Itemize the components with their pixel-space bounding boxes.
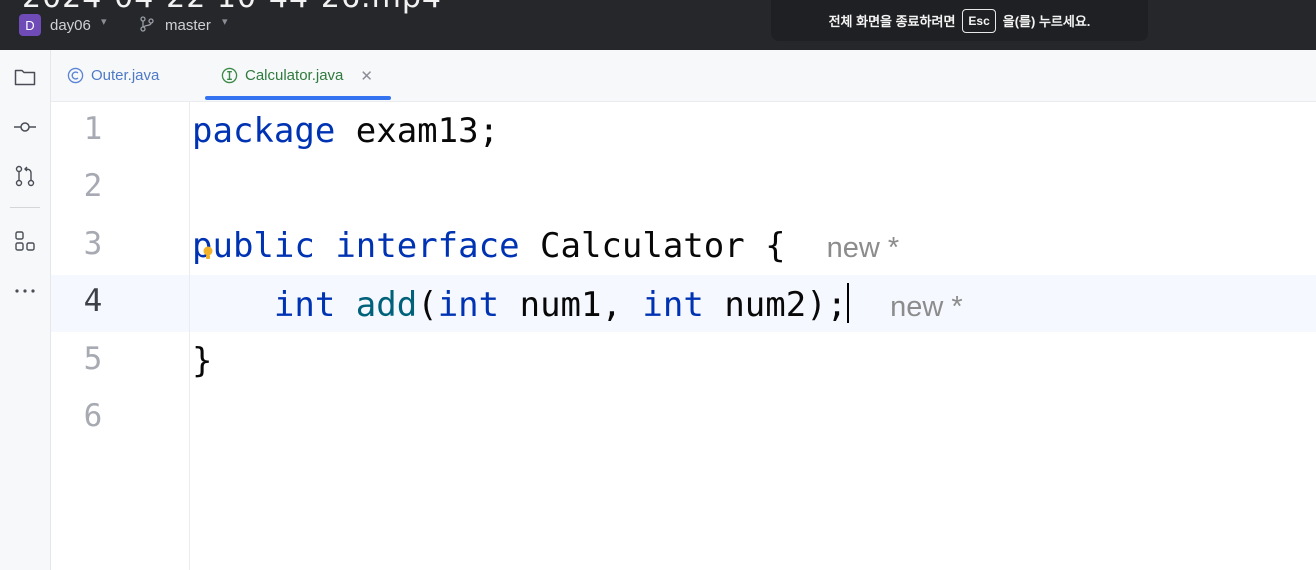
code-text: }	[192, 341, 213, 381]
chevron-down-icon[interactable]: ▾	[101, 15, 107, 28]
code-line-5[interactable]: }	[192, 341, 212, 381]
branch-name[interactable]: master	[165, 17, 211, 34]
interface-icon	[221, 67, 238, 84]
more-icon[interactable]	[13, 279, 37, 303]
code-editor[interactable]: 1 2 3 4 5 6 package exam13; public inter…	[51, 102, 1316, 570]
branch-icon	[140, 16, 154, 32]
folder-icon[interactable]	[13, 65, 37, 89]
code-text: exam13;	[335, 111, 500, 151]
line-number: 2	[83, 168, 103, 204]
toolstrip-divider	[10, 207, 40, 208]
structure-icon[interactable]	[13, 229, 37, 253]
keyword: package	[192, 111, 336, 151]
line-number: 6	[83, 398, 103, 434]
class-icon	[67, 67, 84, 84]
tab-label: Outer.java	[91, 67, 160, 84]
tab-outer-java[interactable]: Outer.java	[67, 50, 159, 101]
chevron-down-icon[interactable]: ▾	[222, 15, 228, 28]
method-name: add	[355, 285, 418, 325]
line-number: 3	[83, 226, 103, 262]
code-text: num1,	[499, 285, 643, 325]
keyword: int	[273, 285, 336, 325]
commit-icon[interactable]	[13, 115, 37, 139]
tab-calculator-java[interactable]: Calculator.java ✕	[221, 50, 373, 101]
video-title: 2024-04-22 10-44-26.mp4	[22, 0, 442, 15]
editor-tab-bar: Outer.java Calculator.java ✕	[51, 50, 1316, 102]
code-text: (	[417, 285, 438, 325]
line-number: 1	[83, 111, 103, 147]
code-line-1[interactable]: package exam13;	[192, 111, 499, 151]
lightbulb-icon[interactable]	[203, 246, 213, 260]
notice-text-before: 전체 화면을 종료하려면	[828, 14, 956, 29]
tab-label: Calculator.java	[245, 67, 344, 84]
pull-request-icon[interactable]	[13, 164, 37, 188]
line-number: 4	[83, 283, 103, 319]
keyword: int	[437, 285, 500, 325]
close-icon[interactable]: ✕	[360, 67, 373, 85]
title-bar: 2024-04-22 10-44-26.mp4 D day06 ▾ master…	[0, 0, 1316, 50]
code-text: num2);	[703, 285, 848, 325]
gutter-divider	[189, 102, 190, 570]
code-line-3[interactable]: public interface Calculator { new *	[192, 226, 899, 266]
keyword: int	[642, 285, 704, 325]
keyword: interface	[335, 226, 520, 266]
code-line-4[interactable]: int add(int num1, int num2); new *	[192, 283, 963, 325]
project-name[interactable]: day06	[50, 17, 91, 34]
fullscreen-exit-notice: 전체 화면을 종료하려면 Esc 을(를) 누르세요.	[771, 0, 1148, 41]
notice-text-after: 을(를) 누르세요.	[1002, 14, 1091, 29]
inlay-hint-author[interactable]: new *	[827, 232, 900, 264]
active-tab-indicator	[205, 96, 391, 100]
esc-key-badge: Esc	[962, 8, 996, 33]
text-caret	[847, 283, 850, 323]
tool-window-strip	[0, 50, 51, 570]
project-badge[interactable]: D	[19, 14, 41, 36]
inlay-hint-author[interactable]: new *	[890, 291, 963, 323]
code-text: Calculator {	[519, 226, 786, 266]
line-number: 5	[83, 341, 103, 377]
